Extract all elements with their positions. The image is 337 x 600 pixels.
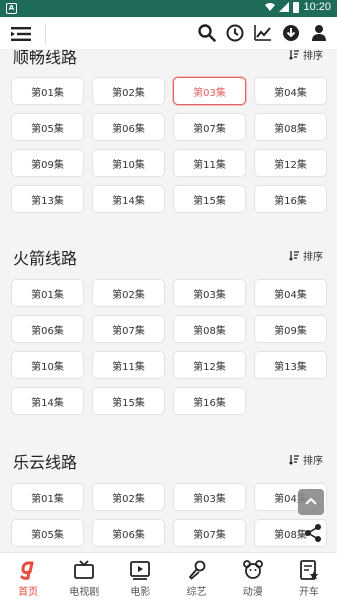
- route-section-2: 火箭线路 排序 第01集 第02集 第03集 第04集第06集 第07集 第08集 第09集…: [0, 242, 337, 415]
- episode-button[interactable]: 第02集: [92, 483, 165, 511]
- episode-button[interactable]: 第07集: [173, 113, 246, 141]
- nav-anime[interactable]: 动漫: [225, 553, 281, 600]
- sort-button[interactable]: 排序: [289, 452, 323, 467]
- signal-icon: [279, 2, 290, 12]
- sort-button[interactable]: 排序: [289, 248, 323, 263]
- status-time: 10:20: [303, 1, 331, 13]
- share-icon[interactable]: [303, 523, 323, 543]
- episode-grid: 第01集 第02集 第03集 第04集 第05集 第06集 第07集 第08集: [11, 483, 331, 547]
- episode-button[interactable]: 第01集: [11, 279, 84, 307]
- episode-button[interactable]: 第10集: [92, 149, 165, 177]
- episode-button[interactable]: 第11集: [92, 351, 165, 379]
- status-bar: A 10:20: [0, 0, 337, 17]
- episode-button[interactable]: 第05集: [11, 519, 84, 547]
- route-title: 火箭线路: [13, 249, 78, 268]
- episode-button[interactable]: 第14集: [11, 387, 84, 415]
- episode-button[interactable]: 第09集: [11, 149, 84, 177]
- episode-button[interactable]: 第16集: [173, 387, 246, 415]
- episode-button[interactable]: 第03集: [173, 77, 246, 105]
- episode-button[interactable]: 第13集: [11, 185, 84, 213]
- route-title: 乐云线路: [13, 453, 78, 472]
- episode-button[interactable]: 第12集: [173, 351, 246, 379]
- app-bar: [0, 17, 337, 50]
- chevron-up-icon: [305, 497, 317, 505]
- route-section-3: 乐云线路 排序 第01集 第02集 第03集 第04集 第05集 第06集 第07集 第08集: [0, 446, 337, 547]
- nav-variety[interactable]: 综艺: [169, 553, 225, 600]
- clock-icon[interactable]: [225, 23, 245, 43]
- home-logo-icon: [20, 561, 34, 580]
- user-icon[interactable]: [309, 23, 329, 43]
- route-section-1: 顺畅线路 排序 第01集 第02集 第03集 第04集第05集 第06集 第07集 第08集…: [0, 50, 337, 213]
- menu-icon[interactable]: [9, 24, 35, 44]
- star-doc-icon: [300, 560, 319, 580]
- nav-drive[interactable]: 开车: [281, 553, 337, 600]
- search-icon[interactable]: [197, 23, 217, 43]
- route-title: 顺畅线路: [13, 50, 78, 67]
- microphone-icon: [188, 560, 205, 580]
- episode-button[interactable]: 第08集: [254, 113, 327, 141]
- episode-button[interactable]: 第11集: [173, 149, 246, 177]
- episode-button[interactable]: 第04集: [254, 279, 327, 307]
- episode-button[interactable]: 第15集: [173, 185, 246, 213]
- episode-button[interactable]: 第06集: [92, 519, 165, 547]
- episode-list: 顺畅线路 排序 第01集 第02集 第03集 第04集 第05集 第06集 第07集 第08集…: [0, 50, 337, 552]
- tv-icon: [74, 560, 95, 579]
- bear-icon: [242, 560, 263, 579]
- sort-icon: [289, 50, 299, 60]
- episode-button[interactable]: 第02集: [92, 77, 165, 105]
- episode-button[interactable]: 第02集: [92, 279, 165, 307]
- episode-button[interactable]: 第13集: [254, 351, 327, 379]
- episode-button[interactable]: 第10集: [11, 351, 84, 379]
- sort-button[interactable]: 排序: [289, 50, 323, 62]
- episode-button[interactable]: 第06集: [92, 113, 165, 141]
- trend-icon[interactable]: [253, 23, 273, 43]
- nav-tv[interactable]: 电视剧: [56, 553, 112, 600]
- episode-button[interactable]: 第16集: [254, 185, 327, 213]
- sort-icon: [289, 251, 299, 261]
- bottom-nav: 首页 电视剧 电影 综艺 动漫 开车: [0, 552, 337, 600]
- episode-button[interactable]: 第01集: [11, 483, 84, 511]
- app-notification-icon: A: [6, 3, 17, 14]
- episode-button[interactable]: 第01集: [11, 77, 84, 105]
- episode-button[interactable]: 第08集: [173, 315, 246, 343]
- episode-button[interactable]: 第07集: [92, 315, 165, 343]
- episode-button[interactable]: 第12集: [254, 149, 327, 177]
- episode-button[interactable]: 第03集: [173, 279, 246, 307]
- episode-button[interactable]: 第14集: [92, 185, 165, 213]
- episode-button[interactable]: 第06集: [11, 315, 84, 343]
- wifi-icon: [265, 3, 276, 11]
- episode-button[interactable]: 第15集: [92, 387, 165, 415]
- episode-button[interactable]: 第04集: [254, 77, 327, 105]
- episode-grid: 第01集 第02集 第03集 第04集第05集 第06集 第07集 第08集第09集 第10集…: [11, 77, 331, 213]
- sort-icon: [289, 455, 299, 465]
- movie-play-icon: [130, 561, 151, 580]
- episode-button[interactable]: 第05集: [11, 113, 84, 141]
- episode-grid: 第01集 第02集 第03集 第04集第06集 第07集 第08集 第09集第10集 第11集…: [11, 279, 331, 415]
- nav-home[interactable]: 首页: [0, 553, 56, 600]
- scroll-top-button[interactable]: [298, 489, 324, 515]
- episode-button[interactable]: 第07集: [173, 519, 246, 547]
- download-icon[interactable]: [281, 23, 301, 43]
- episode-button[interactable]: 第09集: [254, 315, 327, 343]
- battery-icon: [293, 1, 300, 13]
- episode-button[interactable]: 第03集: [173, 483, 246, 511]
- nav-movie[interactable]: 电影: [112, 553, 168, 600]
